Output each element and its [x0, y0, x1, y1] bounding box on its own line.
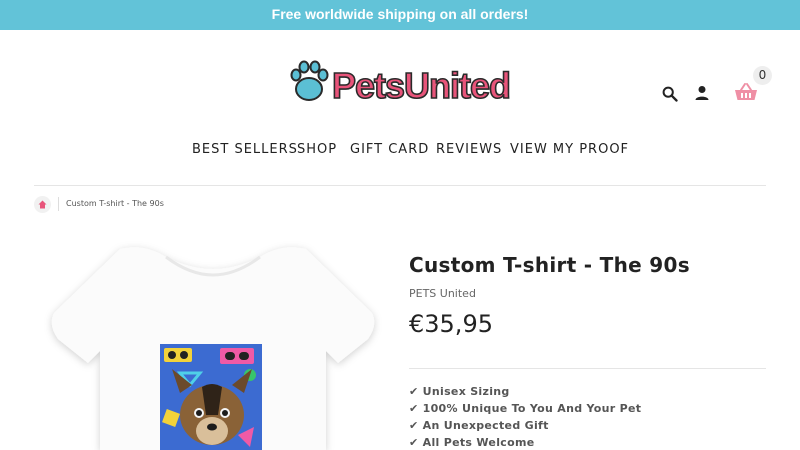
print-artwork: [160, 344, 262, 450]
price-divider: [409, 368, 766, 369]
account-icon[interactable]: [694, 85, 710, 105]
logo-graphic: PetsUnited: [290, 60, 512, 106]
nav-item-shop[interactable]: SHOP: [297, 142, 337, 157]
feature-item: ✔ Unisex Sizing: [409, 385, 510, 398]
cart-count-badge: 0: [753, 66, 772, 85]
nav-item-best-sellers[interactable]: BEST SELLERS: [192, 142, 298, 157]
header-divider: [34, 185, 766, 186]
product-price: €35,95: [409, 310, 493, 338]
feature-item: ✔ All Pets Welcome: [409, 436, 535, 449]
breadcrumb-separator: [58, 197, 59, 211]
home-icon: [38, 200, 47, 209]
logo-text: PetsUnited: [332, 65, 510, 106]
announcement-bar: Free worldwide shipping on all orders!: [0, 0, 800, 30]
search-icon[interactable]: [662, 86, 678, 106]
nav-item-view-my-proof[interactable]: VIEW MY PROOF: [510, 142, 629, 157]
paw-icon: [290, 60, 329, 101]
main-nav: BEST SELLERS SHOP GIFT CARD REVIEWS VIEW…: [0, 142, 800, 158]
nav-item-gift-card[interactable]: GIFT CARD: [350, 142, 429, 157]
announcement-text: Free worldwide shipping on all orders!: [271, 6, 529, 22]
product-features: ✔ Unisex Sizing ✔ 100% Unique To You And…: [409, 383, 641, 450]
feature-item: ✔ An Unexpected Gift: [409, 419, 549, 432]
nav-item-reviews[interactable]: REVIEWS: [436, 142, 502, 157]
breadcrumb-home[interactable]: [34, 196, 51, 213]
product-image[interactable]: [40, 235, 390, 450]
product-vendor[interactable]: PETS United: [409, 287, 476, 300]
site-logo[interactable]: PetsUnited: [290, 60, 516, 106]
breadcrumb-current: Custom T-shirt - The 90s: [66, 199, 164, 208]
product-title: Custom T-shirt - The 90s: [409, 253, 690, 277]
feature-item: ✔ 100% Unique To You And Your Pet: [409, 402, 642, 415]
basket-icon[interactable]: [734, 82, 758, 106]
